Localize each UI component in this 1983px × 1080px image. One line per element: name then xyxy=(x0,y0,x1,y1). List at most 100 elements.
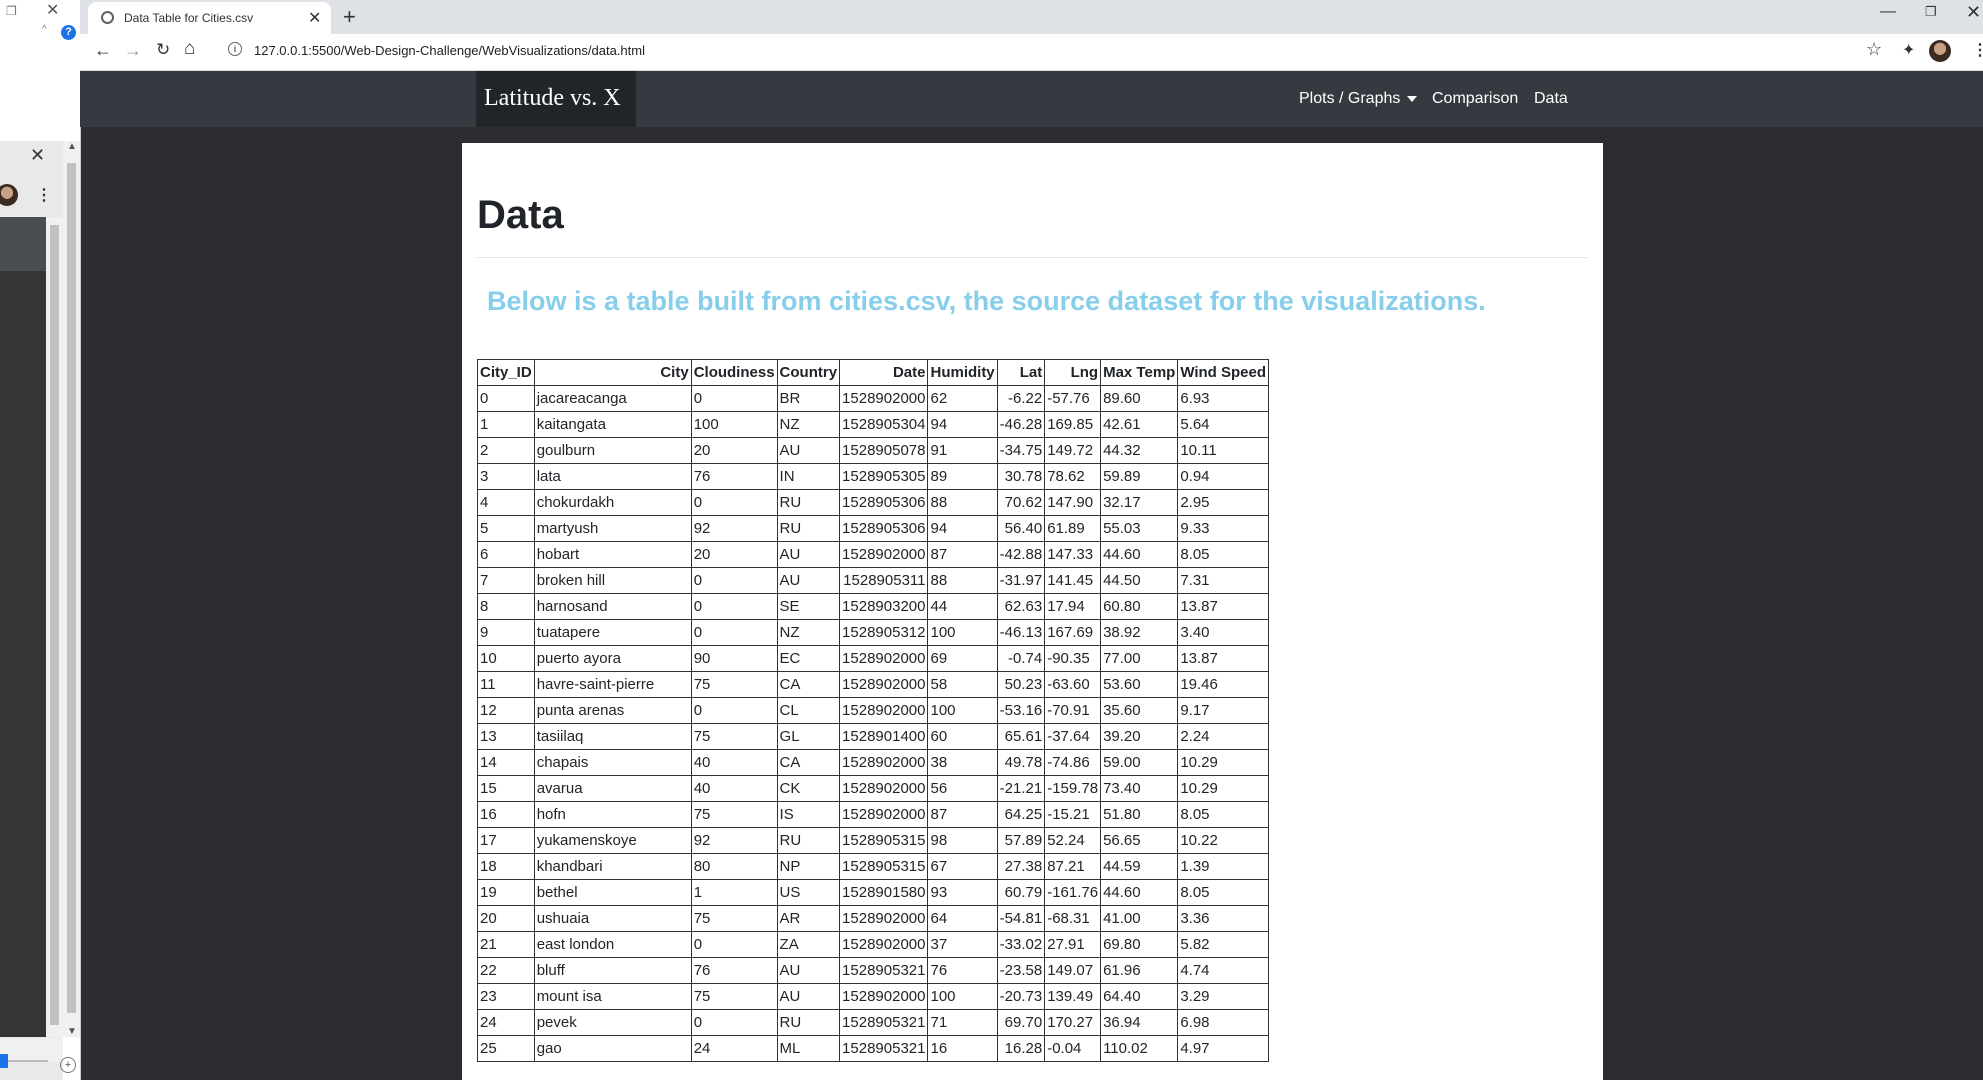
window-close-icon[interactable]: ✕ xyxy=(1966,2,1981,23)
table-cell: 76 xyxy=(927,957,998,984)
scroll-down-icon[interactable]: ▼ xyxy=(67,1026,77,1037)
table-cell: 69 xyxy=(927,645,998,672)
table-cell: 92 xyxy=(690,515,778,542)
table-row: 12 punta arenas 0 CL 1528902000 100 -53.16 -70.… xyxy=(477,697,1270,724)
table-cell: 0 xyxy=(690,931,778,958)
table-cell: -53.16 xyxy=(996,697,1046,724)
table-cell: 59.00 xyxy=(1100,749,1179,776)
info-icon[interactable]: i xyxy=(228,42,242,56)
table-cell: 44.60 xyxy=(1100,541,1179,568)
back-arrow-icon[interactable]: ← xyxy=(94,40,112,61)
table-cell: 55.03 xyxy=(1100,515,1179,542)
table-cell: 88 xyxy=(927,567,998,594)
table-cell: -6.22 xyxy=(996,385,1046,412)
table-header-row: City_ID City Cloudiness Country Date Humidity… xyxy=(477,359,1270,386)
table-cell: 60.79 xyxy=(996,879,1046,906)
more-options-icon[interactable]: ⋮ xyxy=(36,185,52,205)
table-cell: 8 xyxy=(477,593,535,620)
table-cell: 44.59 xyxy=(1100,853,1179,880)
table-cell: NP xyxy=(776,853,841,880)
chevron-up-icon[interactable]: ^ xyxy=(42,24,47,35)
profile-avatar[interactable] xyxy=(1929,40,1951,62)
table-cell: 61.89 xyxy=(1044,515,1102,542)
column-header: Max Temp xyxy=(1100,359,1179,386)
table-cell: 87 xyxy=(927,541,998,568)
caret-down-icon[interactable] xyxy=(1407,96,1417,102)
table-cell: NZ xyxy=(776,411,841,438)
table-cell: RU xyxy=(776,489,841,516)
forward-arrow-icon[interactable]: → xyxy=(124,40,142,61)
table-cell: khandbari xyxy=(533,853,692,880)
table-cell: 27.91 xyxy=(1044,931,1102,958)
table-cell: 1528902000 xyxy=(839,671,929,698)
close-icon[interactable]: ✕ xyxy=(308,8,321,28)
nav-plots-dropdown[interactable]: Plots / Graphs xyxy=(1299,90,1400,108)
zoom-slider-knob[interactable] xyxy=(0,1054,8,1068)
table-cell: 2 xyxy=(477,437,535,464)
restore-icon[interactable]: ❐ xyxy=(6,4,17,18)
table-row: 0 jacareacanga 0 BR 1528902000 62 -6.22 -57.76 8… xyxy=(477,385,1270,412)
table-cell: 1528905321 xyxy=(839,1009,929,1036)
table-cell: 20 xyxy=(477,905,535,932)
nav-data[interactable]: Data xyxy=(1534,90,1568,108)
table-row: 13 tasiilaq 75 GL 1528901400 60 65.61 -37.64 39.… xyxy=(477,723,1270,750)
table-cell: 149.07 xyxy=(1044,957,1102,984)
outer-scrollbar[interactable]: ▲ ▼ xyxy=(63,141,80,1037)
scrollbar-thumb[interactable] xyxy=(67,163,76,1013)
divider xyxy=(477,257,1588,258)
table-cell: 0 xyxy=(477,385,535,412)
table-cell: 13.87 xyxy=(1177,593,1270,620)
table-cell: 0 xyxy=(690,619,778,646)
extensions-icon[interactable]: ✦ xyxy=(1902,40,1915,60)
navbar-brand[interactable]: Latitude vs. X xyxy=(476,71,636,127)
table-cell: SE xyxy=(776,593,841,620)
table-cell: 40 xyxy=(690,775,778,802)
reload-icon[interactable]: ↻ xyxy=(156,40,170,60)
browser-tab[interactable]: Data Table for Cities.csv ✕ xyxy=(88,2,331,34)
table-cell: 19.46 xyxy=(1177,671,1270,698)
table-cell: 1528902000 xyxy=(839,385,929,412)
nav-comparison[interactable]: Comparison xyxy=(1432,90,1518,108)
help-icon[interactable]: ? xyxy=(61,25,76,40)
table-cell: 3.36 xyxy=(1177,905,1270,932)
table-cell: 1528902000 xyxy=(839,645,929,672)
table-cell: 1528905305 xyxy=(839,463,929,490)
close-icon[interactable]: ✕ xyxy=(46,0,59,20)
new-tab-icon[interactable]: + xyxy=(343,4,356,30)
table-cell: lata xyxy=(533,463,692,490)
table-cell: 1528901400 xyxy=(839,723,929,750)
table-cell: 1 xyxy=(477,411,535,438)
table-cell: 1528905304 xyxy=(839,411,929,438)
table-cell: -68.31 xyxy=(1044,905,1102,932)
table-cell: 44.60 xyxy=(1100,879,1179,906)
side-dark-area xyxy=(0,217,46,1037)
table-cell: 62.63 xyxy=(996,593,1046,620)
table-cell: 60.80 xyxy=(1100,593,1179,620)
zoom-in-icon[interactable]: + xyxy=(60,1057,76,1073)
side-selected-item[interactable] xyxy=(0,217,46,271)
table-cell: harnosand xyxy=(533,593,692,620)
table-row: 19 bethel 1 US 1528901580 93 60.79 -161.76 44.60… xyxy=(477,879,1270,906)
scrollbar-thumb[interactable] xyxy=(50,225,59,1025)
url-field[interactable]: 127.0.0.1:5500/Web-Design-Challenge/WebV… xyxy=(254,43,645,58)
table-cell: 80 xyxy=(690,853,778,880)
home-icon[interactable]: ⌂ xyxy=(184,38,195,60)
table-cell: 41.00 xyxy=(1100,905,1179,932)
address-bar: ← → ↻ ⌂ i 127.0.0.1:5500/Web-Design-Chal… xyxy=(80,34,1983,71)
table-cell: NZ xyxy=(776,619,841,646)
table-cell: 169.85 xyxy=(1044,411,1102,438)
table-cell: chokurdakh xyxy=(533,489,692,516)
browser-menu-icon[interactable]: ⋮ xyxy=(1972,40,1983,60)
table-cell: 1528905311 xyxy=(839,567,929,594)
scroll-up-icon[interactable]: ▲ xyxy=(67,141,77,152)
table-cell: 20 xyxy=(690,437,778,464)
table-cell: 4.97 xyxy=(1177,1035,1270,1062)
minimize-icon[interactable]: — xyxy=(1880,3,1896,21)
table-row: 17 yukamenskoye 92 RU 1528905315 98 57.89 52.24… xyxy=(477,827,1270,854)
side-scrollbar[interactable] xyxy=(46,217,63,1037)
zoom-slider[interactable] xyxy=(4,1060,48,1062)
table-cell: 1528902000 xyxy=(839,931,929,958)
bookmark-star-icon[interactable]: ☆ xyxy=(1866,39,1882,60)
restore-icon[interactable]: ❐ xyxy=(1925,4,1937,20)
panel-close-icon[interactable]: ✕ xyxy=(30,145,45,166)
